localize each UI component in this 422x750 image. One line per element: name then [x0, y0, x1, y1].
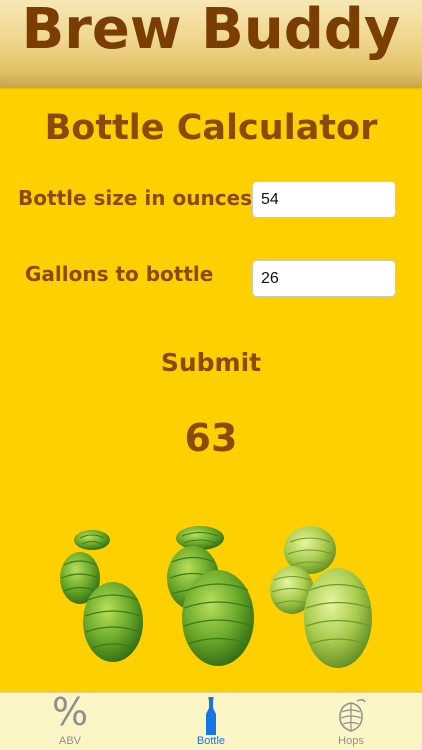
bottle-calculator-screen: Brew Buddy Bottle Calculator Bottle size… [0, 0, 422, 750]
hop-cone-left-large [83, 582, 143, 662]
result-value: 63 [184, 416, 238, 460]
tab-hops-label: Hops [338, 735, 364, 747]
tab-bottle[interactable]: Bottle [141, 693, 281, 750]
submit-button[interactable]: Submit [0, 348, 422, 377]
hop-cone-left-small [74, 530, 110, 550]
page-title: Bottle Calculator [44, 108, 378, 148]
app-banner: Brew Buddy [0, 0, 422, 87]
percent-icon: % [51, 690, 89, 734]
hop-icon [339, 698, 366, 732]
bottle-size-label: Bottle size in ounces [18, 186, 253, 210]
bottle-size-input[interactable] [252, 181, 396, 218]
tab-bar: % ABV Bottle Hops [0, 692, 422, 750]
hop-cone-middle-large [182, 570, 254, 666]
gallons-input[interactable] [252, 260, 396, 297]
hop-cone-middle-top [176, 526, 224, 550]
tab-hops[interactable]: Hops [281, 693, 421, 750]
bottle-icon [206, 697, 216, 735]
tab-abv-label: ABV [58, 735, 81, 747]
app-title: Brew Buddy [21, 0, 401, 62]
tab-abv[interactable]: % ABV [0, 693, 140, 750]
gallons-label: Gallons to bottle [25, 262, 214, 286]
hop-cones-illustration [60, 526, 372, 668]
tab-bottle-label: Bottle [196, 735, 226, 747]
hop-cone-right-large [304, 568, 372, 668]
